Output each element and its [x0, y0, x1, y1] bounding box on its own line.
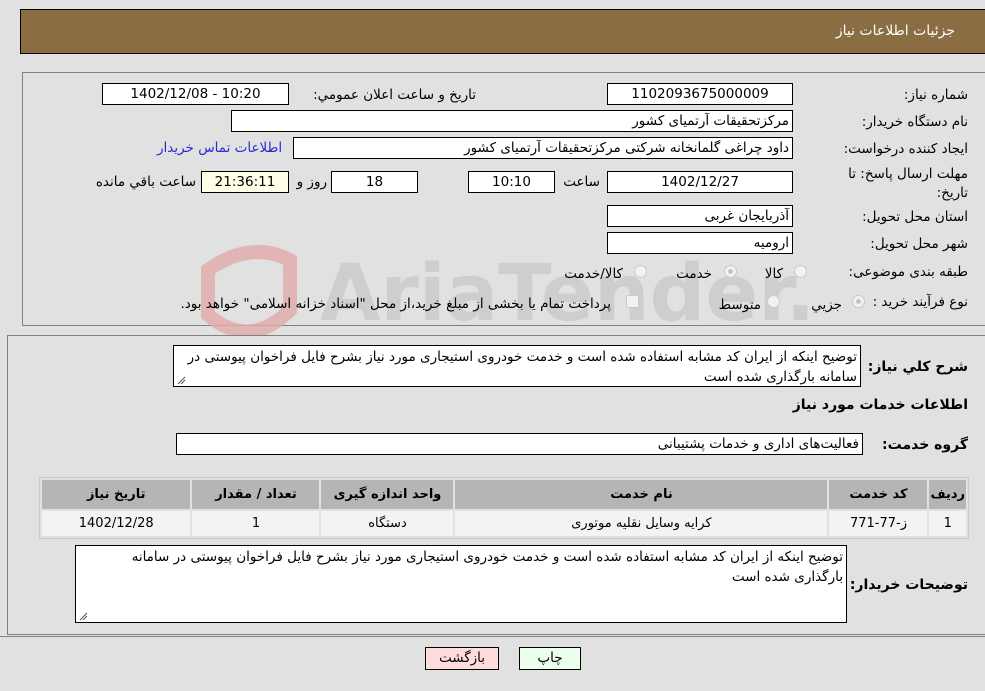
cell-service-name: کرایه وسایل نقلیه موتوری: [455, 511, 828, 536]
cell-unit: دستگاه: [321, 511, 454, 536]
remaining-time-field: 21:36:11: [201, 171, 289, 193]
category-label: طبقه بندی موضوعی:: [848, 264, 968, 280]
summary-label: شرح کلي نیاز:: [867, 359, 968, 375]
cell-service-code: ز-77-771: [829, 511, 928, 536]
category-option-service: خدمت: [676, 266, 712, 282]
announce-datetime-field: 1402/12/08 - 10:20: [102, 83, 289, 105]
process-option-medium: متوسط: [718, 297, 761, 313]
requester-field: داود چراغی گلمانخانه شرکتی مرکزتحقیقات آ…: [293, 137, 793, 159]
table-header-row: ردیف کد خدمت نام خدمت واحد اندازه گیری ت…: [42, 480, 966, 509]
need-number-field: 1102093675000009: [607, 83, 793, 105]
category-radio-goods[interactable]: [794, 265, 807, 278]
province-label: استان محل تحویل:: [862, 209, 968, 225]
services-section-title: اطلاعات خدمات مورد نیاز: [792, 397, 968, 413]
city-field: ارومیه: [607, 232, 793, 254]
print-button[interactable]: چاپ: [519, 647, 581, 670]
category-option-goods: کالا: [764, 266, 783, 282]
resize-handle-icon[interactable]: [78, 611, 88, 621]
col-quantity: تعداد / مقدار: [192, 480, 320, 509]
need-number-label: شماره نیاز:: [903, 87, 968, 103]
days-label: روز و: [296, 174, 327, 190]
buyer-org-label: نام دستگاه خریدار:: [861, 114, 968, 130]
province-field: آذربایجان غربی: [607, 205, 793, 227]
deadline-date-field: 1402/12/27: [607, 171, 793, 193]
col-service-name: نام خدمت: [455, 480, 828, 509]
announce-label: تاریخ و ساعت اعلان عمومي:: [313, 87, 476, 103]
remaining-days-field: 18: [331, 171, 418, 193]
service-group-label: گروه خدمت:: [882, 437, 968, 453]
services-table: ردیف کد خدمت نام خدمت واحد اندازه گیری ت…: [39, 477, 969, 539]
page-title: جزئیات اطلاعات نیاز: [835, 23, 955, 39]
category-option-goods-service: کالا/خدمت: [564, 266, 623, 282]
col-unit: واحد اندازه گیری: [321, 480, 454, 509]
process-radio-minor[interactable]: [852, 295, 865, 308]
process-label: نوع فرآیند خرید :: [872, 294, 968, 310]
col-row-number: ردیف: [929, 480, 966, 509]
buyer-notes-text: توضیح اینکه از ایران کد مشابه استفاده شد…: [131, 549, 843, 585]
divider: [0, 636, 985, 637]
col-need-date: تاریخ نیاز: [42, 480, 191, 509]
buyer-notes-label: توضیحات خریدار:: [849, 577, 968, 593]
cell-need-date: 1402/12/28: [42, 511, 191, 536]
table-row: 1 ز-77-771 کرایه وسایل نقلیه موتوری دستگ…: [42, 511, 966, 536]
cell-row-number: 1: [929, 511, 966, 536]
deadline-time-label: ساعت: [563, 174, 600, 190]
remaining-label: ساعت باقي مانده: [95, 174, 196, 190]
buyer-notes-textarea[interactable]: توضیح اینکه از ایران کد مشابه استفاده شد…: [75, 545, 847, 623]
summary-text: توضیح اینکه از ایران کد مشابه استفاده شد…: [187, 349, 857, 385]
back-button[interactable]: بازگشت: [425, 647, 499, 670]
resize-handle-icon[interactable]: [176, 375, 186, 385]
process-option-minor: جزيي: [811, 297, 842, 313]
treasury-checkbox[interactable]: [626, 295, 639, 308]
category-radio-service[interactable]: [724, 265, 737, 278]
category-radio-goods-service[interactable]: [634, 265, 647, 278]
deadline-time-field: 10:10: [468, 171, 555, 193]
process-radio-medium[interactable]: [767, 295, 780, 308]
city-label: شهر محل تحویل:: [870, 236, 968, 252]
buyer-contact-link[interactable]: اطلاعات تماس خریدار: [157, 140, 282, 156]
treasury-note: پرداخت تمام یا بخشی از مبلغ خرید،از محل …: [180, 296, 611, 312]
summary-textarea[interactable]: توضیح اینکه از ایران کد مشابه استفاده شد…: [173, 345, 861, 387]
buyer-org-field: مرکزتحقیقات آرتمیای کشور: [231, 110, 793, 132]
service-group-field: فعالیت‌های اداری و خدمات پشتیبانی: [176, 433, 863, 455]
requester-label: ایجاد کننده درخواست:: [843, 141, 968, 157]
deadline-label: مهلت ارسال پاسخ: تا تاریخ:: [848, 166, 968, 201]
cell-quantity: 1: [192, 511, 320, 536]
page-header: جزئیات اطلاعات نیاز: [20, 9, 985, 54]
col-service-code: کد خدمت: [829, 480, 928, 509]
